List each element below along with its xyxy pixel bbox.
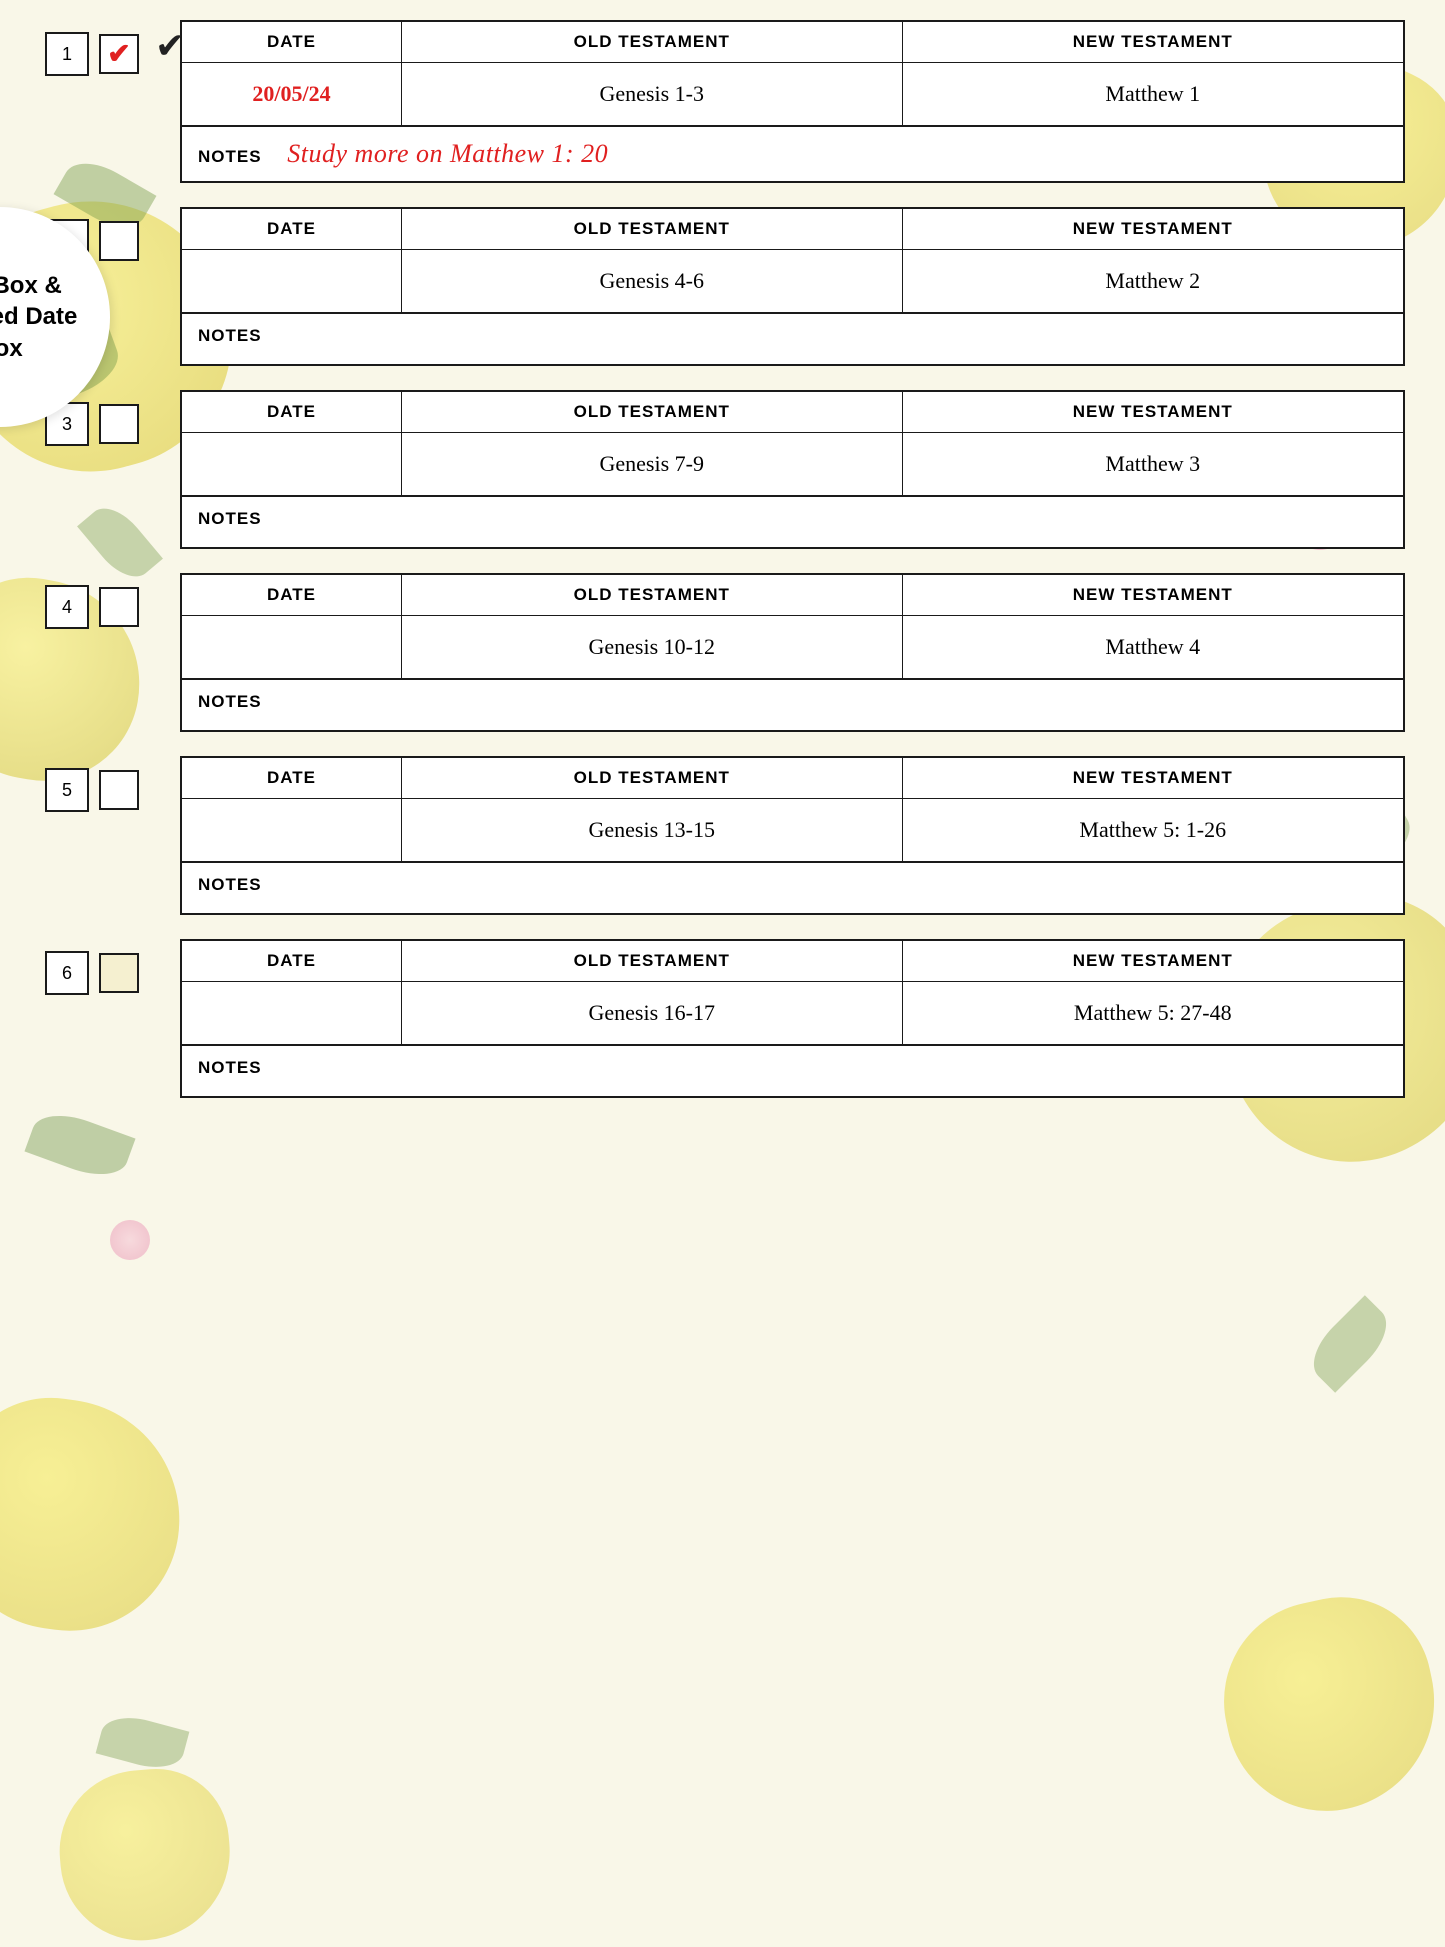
day-3-header: DATE OLD TESTAMENT NEW TESTAMENT bbox=[182, 392, 1403, 433]
day-6-block: DATE OLD TESTAMENT NEW TESTAMENT Genesis… bbox=[180, 939, 1405, 1046]
day-1-notes-content: Study more on Matthew 1: 20 bbox=[287, 139, 608, 168]
day-5-controls: 5 bbox=[45, 768, 139, 812]
day-6-tickbox[interactable] bbox=[99, 953, 139, 993]
day-3-notes-label: NOTES bbox=[198, 509, 262, 528]
day-1-data: 20/05/24 Genesis 1-3 Matthew 1 bbox=[182, 63, 1403, 125]
day-1-col-nt: NEW TESTAMENT bbox=[903, 22, 1404, 62]
day-6-data: Genesis 16-17 Matthew 5: 27-48 bbox=[182, 982, 1403, 1044]
day-1-notes: NOTES Study more on Matthew 1: 20 bbox=[180, 127, 1405, 183]
day-5-notes-label: NOTES bbox=[198, 875, 262, 894]
day-2-nt: Matthew 2 bbox=[903, 250, 1404, 312]
top-checkmark: ✔ bbox=[155, 25, 185, 67]
content-wrapper: 1 DATE OLD TESTAMENT NEW TESTAMENT 20/05… bbox=[180, 20, 1405, 1098]
day-4-col-nt: NEW TESTAMENT bbox=[903, 575, 1404, 615]
day-5-block: DATE OLD TESTAMENT NEW TESTAMENT Genesis… bbox=[180, 756, 1405, 863]
day-4-nt: Matthew 4 bbox=[903, 616, 1404, 678]
day-1-date: 20/05/24 bbox=[182, 63, 402, 125]
day-5-col-ot: OLD TESTAMENT bbox=[402, 758, 903, 798]
day-6-date bbox=[182, 982, 402, 1044]
day-6-col-nt: NEW TESTAMENT bbox=[903, 941, 1404, 981]
day-5-tickbox[interactable] bbox=[99, 770, 139, 810]
day-1-block: DATE OLD TESTAMENT NEW TESTAMENT 20/05/2… bbox=[180, 20, 1405, 127]
day-1-notes-label: NOTES bbox=[198, 147, 262, 166]
day-4-tickbox[interactable] bbox=[99, 587, 139, 627]
day-6-wrapper: 6 DATE OLD TESTAMENT NEW TESTAMENT Genes… bbox=[180, 939, 1405, 1098]
day-3-nt: Matthew 3 bbox=[903, 433, 1404, 495]
day-1-header: DATE OLD TESTAMENT NEW TESTAMENT bbox=[182, 22, 1403, 63]
day-4-notes: NOTES bbox=[180, 680, 1405, 732]
day-1-nt: Matthew 1 bbox=[903, 63, 1404, 125]
day-2-notes-label: NOTES bbox=[198, 326, 262, 345]
day-5-wrapper: 5 DATE OLD TESTAMENT NEW TESTAMENT Genes… bbox=[180, 756, 1405, 915]
day-1-number: 1 bbox=[45, 32, 89, 76]
day-3-date bbox=[182, 433, 402, 495]
day-4-col-date: DATE bbox=[182, 575, 402, 615]
day-5-ot: Genesis 13-15 bbox=[402, 799, 903, 861]
day-6-number: 6 bbox=[45, 951, 89, 995]
day-5-header: DATE OLD TESTAMENT NEW TESTAMENT bbox=[182, 758, 1403, 799]
day-3-wrapper: 3 DATE OLD TESTAMENT NEW TESTAMENT Genes… bbox=[180, 390, 1405, 549]
tooltip-left-text: Tick Box & Undated Date Box bbox=[0, 270, 90, 364]
day-5-col-date: DATE bbox=[182, 758, 402, 798]
day-2-ot: Genesis 4-6 bbox=[402, 250, 903, 312]
day-6-nt: Matthew 5: 27-48 bbox=[903, 982, 1404, 1044]
day-1-col-ot: OLD TESTAMENT bbox=[402, 22, 903, 62]
day-3-block: DATE OLD TESTAMENT NEW TESTAMENT Genesis… bbox=[180, 390, 1405, 497]
day-4-notes-label: NOTES bbox=[198, 692, 262, 711]
day-4-wrapper: 4 DATE OLD TESTAMENT NEW TESTAMENT Genes… bbox=[180, 573, 1405, 732]
day-2-col-nt: NEW TESTAMENT bbox=[903, 209, 1404, 249]
day-2-data: Genesis 4-6 Matthew 2 bbox=[182, 250, 1403, 312]
day-4-block: DATE OLD TESTAMENT NEW TESTAMENT Genesis… bbox=[180, 573, 1405, 680]
day-2-date bbox=[182, 250, 402, 312]
day-6-controls: 6 bbox=[45, 951, 139, 995]
day-5-col-nt: NEW TESTAMENT bbox=[903, 758, 1404, 798]
day-3-col-date: DATE bbox=[182, 392, 402, 432]
day-5-number: 5 bbox=[45, 768, 89, 812]
day-2-wrapper: 2 Tick Box & Undated Date Box Useful not… bbox=[180, 207, 1405, 366]
day-5-nt: Matthew 5: 1-26 bbox=[903, 799, 1404, 861]
day-5-data: Genesis 13-15 Matthew 5: 1-26 bbox=[182, 799, 1403, 861]
day-1-controls: 1 bbox=[45, 32, 139, 76]
day-1-col-date: DATE bbox=[182, 22, 402, 62]
day-4-number: 4 bbox=[45, 585, 89, 629]
day-5-notes: NOTES bbox=[180, 863, 1405, 915]
day-3-notes: NOTES bbox=[180, 497, 1405, 549]
day-1-ot: Genesis 1-3 bbox=[402, 63, 903, 125]
day-4-date bbox=[182, 616, 402, 678]
day-6-notes-label: NOTES bbox=[198, 1058, 262, 1077]
day-4-controls: 4 bbox=[45, 585, 139, 629]
day-6-notes: NOTES bbox=[180, 1046, 1405, 1098]
day-6-col-date: DATE bbox=[182, 941, 402, 981]
day-1-tickbox[interactable] bbox=[99, 34, 139, 74]
day-6-col-ot: OLD TESTAMENT bbox=[402, 941, 903, 981]
day-2-header: DATE OLD TESTAMENT NEW TESTAMENT bbox=[182, 209, 1403, 250]
day-4-ot: Genesis 10-12 bbox=[402, 616, 903, 678]
day-3-col-nt: NEW TESTAMENT bbox=[903, 392, 1404, 432]
day-3-data: Genesis 7-9 Matthew 3 bbox=[182, 433, 1403, 495]
day-4-data: Genesis 10-12 Matthew 4 bbox=[182, 616, 1403, 678]
day-2-col-date: DATE bbox=[182, 209, 402, 249]
main-content: 1 DATE OLD TESTAMENT NEW TESTAMENT 20/05… bbox=[180, 20, 1405, 1162]
day-2-notes: NOTES bbox=[180, 314, 1405, 366]
day-4-col-ot: OLD TESTAMENT bbox=[402, 575, 903, 615]
day-1-wrapper: 1 DATE OLD TESTAMENT NEW TESTAMENT 20/05… bbox=[180, 20, 1405, 183]
day-2-col-ot: OLD TESTAMENT bbox=[402, 209, 903, 249]
day-6-ot: Genesis 16-17 bbox=[402, 982, 903, 1044]
day-5-date bbox=[182, 799, 402, 861]
day-3-tickbox[interactable] bbox=[99, 404, 139, 444]
day-2-block: DATE OLD TESTAMENT NEW TESTAMENT Genesis… bbox=[180, 207, 1405, 314]
day-3-col-ot: OLD TESTAMENT bbox=[402, 392, 903, 432]
day-3-ot: Genesis 7-9 bbox=[402, 433, 903, 495]
day-4-header: DATE OLD TESTAMENT NEW TESTAMENT bbox=[182, 575, 1403, 616]
day-6-header: DATE OLD TESTAMENT NEW TESTAMENT bbox=[182, 941, 1403, 982]
day-2-tickbox[interactable] bbox=[99, 221, 139, 261]
